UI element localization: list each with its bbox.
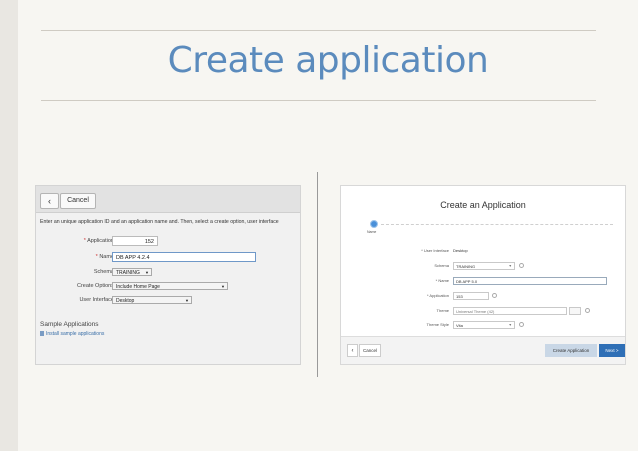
theme-style-value: Vita [456,323,463,328]
wizard-footer: ‹ Cancel Create Application Next > [341,336,625,364]
theme-style-label: Theme Style [426,322,449,327]
wizard-title: Create an Application [440,200,526,210]
slide-title: Create application [167,40,489,81]
create-options-label: Create Options [77,283,114,289]
ui-label: * User Interface [421,248,449,253]
sample-applications-heading: Sample Applications [40,321,99,328]
name-row: * Name DB APP 5.0 [341,277,625,286]
help-icon[interactable] [519,263,524,268]
chevron-down-icon: ▼ [508,264,512,268]
theme-style-row: Theme Style Vita ▼ [341,321,625,330]
vertical-divider [317,172,318,377]
chevron-down-icon: ▼ [145,270,149,275]
application-name-input[interactable]: DB APP 4.2.4 [112,252,256,262]
application-label-text: Application [87,238,114,244]
name-input[interactable]: DB APP 5.0 [453,277,607,285]
create-options-select[interactable]: Include Home Page ▼ [112,282,228,290]
name-label: * Name [435,278,449,283]
help-icon[interactable] [585,308,590,313]
right-screenshot: Create an Application Name * User Interf… [340,185,626,365]
chevron-down-icon: ▼ [221,284,225,289]
schema-value: TRAINING [456,264,476,269]
ui-row: * User Interface Desktop [341,247,625,256]
name-row: * Name DB APP 4.2.4 [36,252,300,264]
ui-value: Desktop [453,248,468,253]
application-row: * Application 153 [341,292,625,301]
next-button[interactable]: Next > [599,344,625,357]
theme-picker-button[interactable] [569,307,581,315]
schema-row: Schema TRAINING ▼ [36,267,300,279]
schema-row: Schema TRAINING ▼ [341,262,625,271]
required-mark: * [95,254,98,260]
application-row: * Application 152 [36,236,300,248]
chevron-down-icon: ▼ [185,298,189,303]
progress-track [381,224,613,225]
theme-input[interactable]: Universal Theme (42) [453,307,567,315]
theme-label: Theme [436,308,449,313]
cancel-button[interactable]: Cancel [359,344,381,357]
chevron-down-icon: ▼ [508,323,512,327]
schema-select[interactable]: TRAINING ▼ [112,268,152,276]
user-interface-select[interactable]: Desktop ▼ [112,296,192,304]
left-toolbar: ‹ Cancel [36,186,300,213]
instruction-text: Enter an unique application ID and an ap… [40,219,279,225]
user-interface-row: User Interface Desktop ▼ [36,295,300,307]
schema-select[interactable]: TRAINING ▼ [453,262,515,270]
schema-label: Schema [93,269,114,275]
schema-label: Schema [434,263,449,268]
left-screenshot: ‹ Cancel Enter an unique application ID … [35,185,301,365]
required-mark: * [83,238,86,244]
user-interface-value: Desktop [116,298,135,304]
install-sample-link[interactable]: Install sample applications [46,331,104,337]
slide: Create application ‹ Cancel Enter an uni… [18,0,638,451]
create-application-button[interactable]: Create Application [545,344,597,357]
help-icon[interactable] [492,293,497,298]
step-label: Name [367,230,377,234]
create-options-value: Include Home Page [116,284,160,290]
cancel-button[interactable]: Cancel [60,193,96,209]
application-label: * Application [426,293,449,298]
application-id-input[interactable]: 153 [453,292,489,300]
schema-value: TRAINING [116,270,140,276]
help-icon[interactable] [519,322,524,327]
theme-row: Theme Universal Theme (42) [341,307,625,316]
create-options-row: Create Options Include Home Page ▼ [36,281,300,293]
back-button[interactable]: ‹ [347,344,358,357]
application-id-input[interactable]: 152 [112,236,158,246]
theme-style-select[interactable]: Vita ▼ [453,321,515,329]
title-rule [41,100,596,101]
top-rule [41,30,596,31]
user-interface-label: User Interface [79,297,114,303]
back-button[interactable]: ‹ [40,193,59,209]
application-label: * Application [84,238,114,244]
package-icon [40,331,44,336]
step-dot-icon[interactable] [371,221,377,227]
